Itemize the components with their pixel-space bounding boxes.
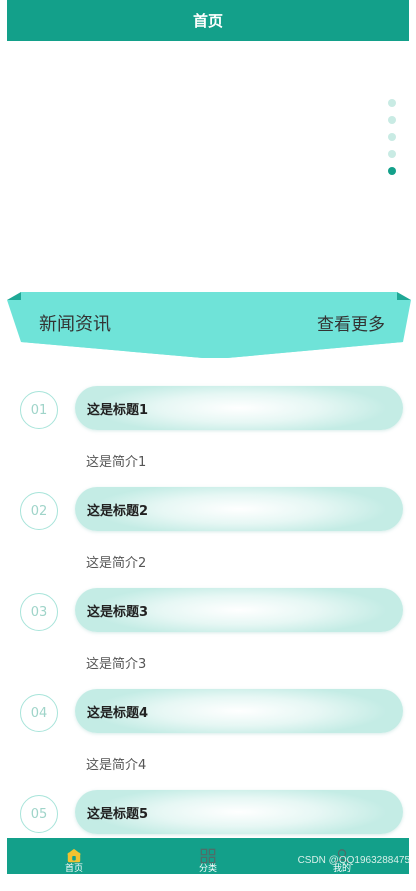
- carousel-indicator: [387, 99, 397, 175]
- page-title: 首页: [192, 12, 223, 30]
- news-number-badge: 02: [20, 492, 58, 530]
- news-number-badge: 05: [20, 795, 58, 833]
- banner-carousel[interactable]: [7, 41, 409, 291]
- top-header: 首页: [7, 0, 409, 41]
- csdn-watermark: CSDN @QQ1963288475: [297, 855, 410, 866]
- carousel-dot[interactable]: [388, 133, 396, 141]
- news-summary: 这是简介2: [86, 556, 147, 571]
- news-item[interactable]: 04 这是标题4 这是简介4: [0, 689, 416, 790]
- news-number-badge: 03: [20, 593, 58, 631]
- news-title[interactable]: 这是标题4: [75, 689, 403, 733]
- tab-category-label: 分类: [198, 864, 217, 874]
- news-number-badge: 01: [20, 391, 58, 429]
- news-summary: 这是简介4: [86, 758, 147, 773]
- news-title[interactable]: 这是标题1: [75, 386, 403, 430]
- tab-mine-label: 我的: [332, 864, 351, 874]
- news-summary: 这是简介3: [86, 657, 147, 672]
- news-list: 01 这是标题1 这是简介1 02 这是标题2 这是简介2 03 这是标题3 这…: [0, 386, 416, 891]
- tab-home-label: 首页: [64, 864, 83, 874]
- news-number-badge: 04: [20, 694, 58, 732]
- news-section-ribbon: 新闻资讯 查看更多: [7, 292, 411, 360]
- news-summary: 这是简介1: [86, 455, 147, 470]
- news-section-title: 新闻资讯: [39, 314, 111, 335]
- carousel-dot[interactable]: [388, 116, 396, 124]
- news-title[interactable]: 这是标题3: [75, 588, 403, 632]
- tab-home[interactable]: 首页: [44, 838, 104, 874]
- view-more-link[interactable]: 查看更多: [317, 310, 385, 335]
- carousel-dot[interactable]: [388, 99, 396, 107]
- news-item[interactable]: 01 这是标题1 这是简介1: [0, 386, 416, 487]
- news-title[interactable]: 这是标题2: [75, 487, 403, 531]
- news-item[interactable]: 02 这是标题2 这是简介2: [0, 487, 416, 588]
- news-item[interactable]: 03 这是标题3 这是简介3: [0, 588, 416, 689]
- news-title[interactable]: 这是标题5: [75, 790, 403, 834]
- carousel-dot[interactable]: [388, 150, 396, 158]
- carousel-dot-active[interactable]: [388, 167, 396, 175]
- grid-icon: [200, 848, 216, 864]
- tab-category[interactable]: 分类: [178, 838, 238, 874]
- home-icon: [66, 848, 82, 863]
